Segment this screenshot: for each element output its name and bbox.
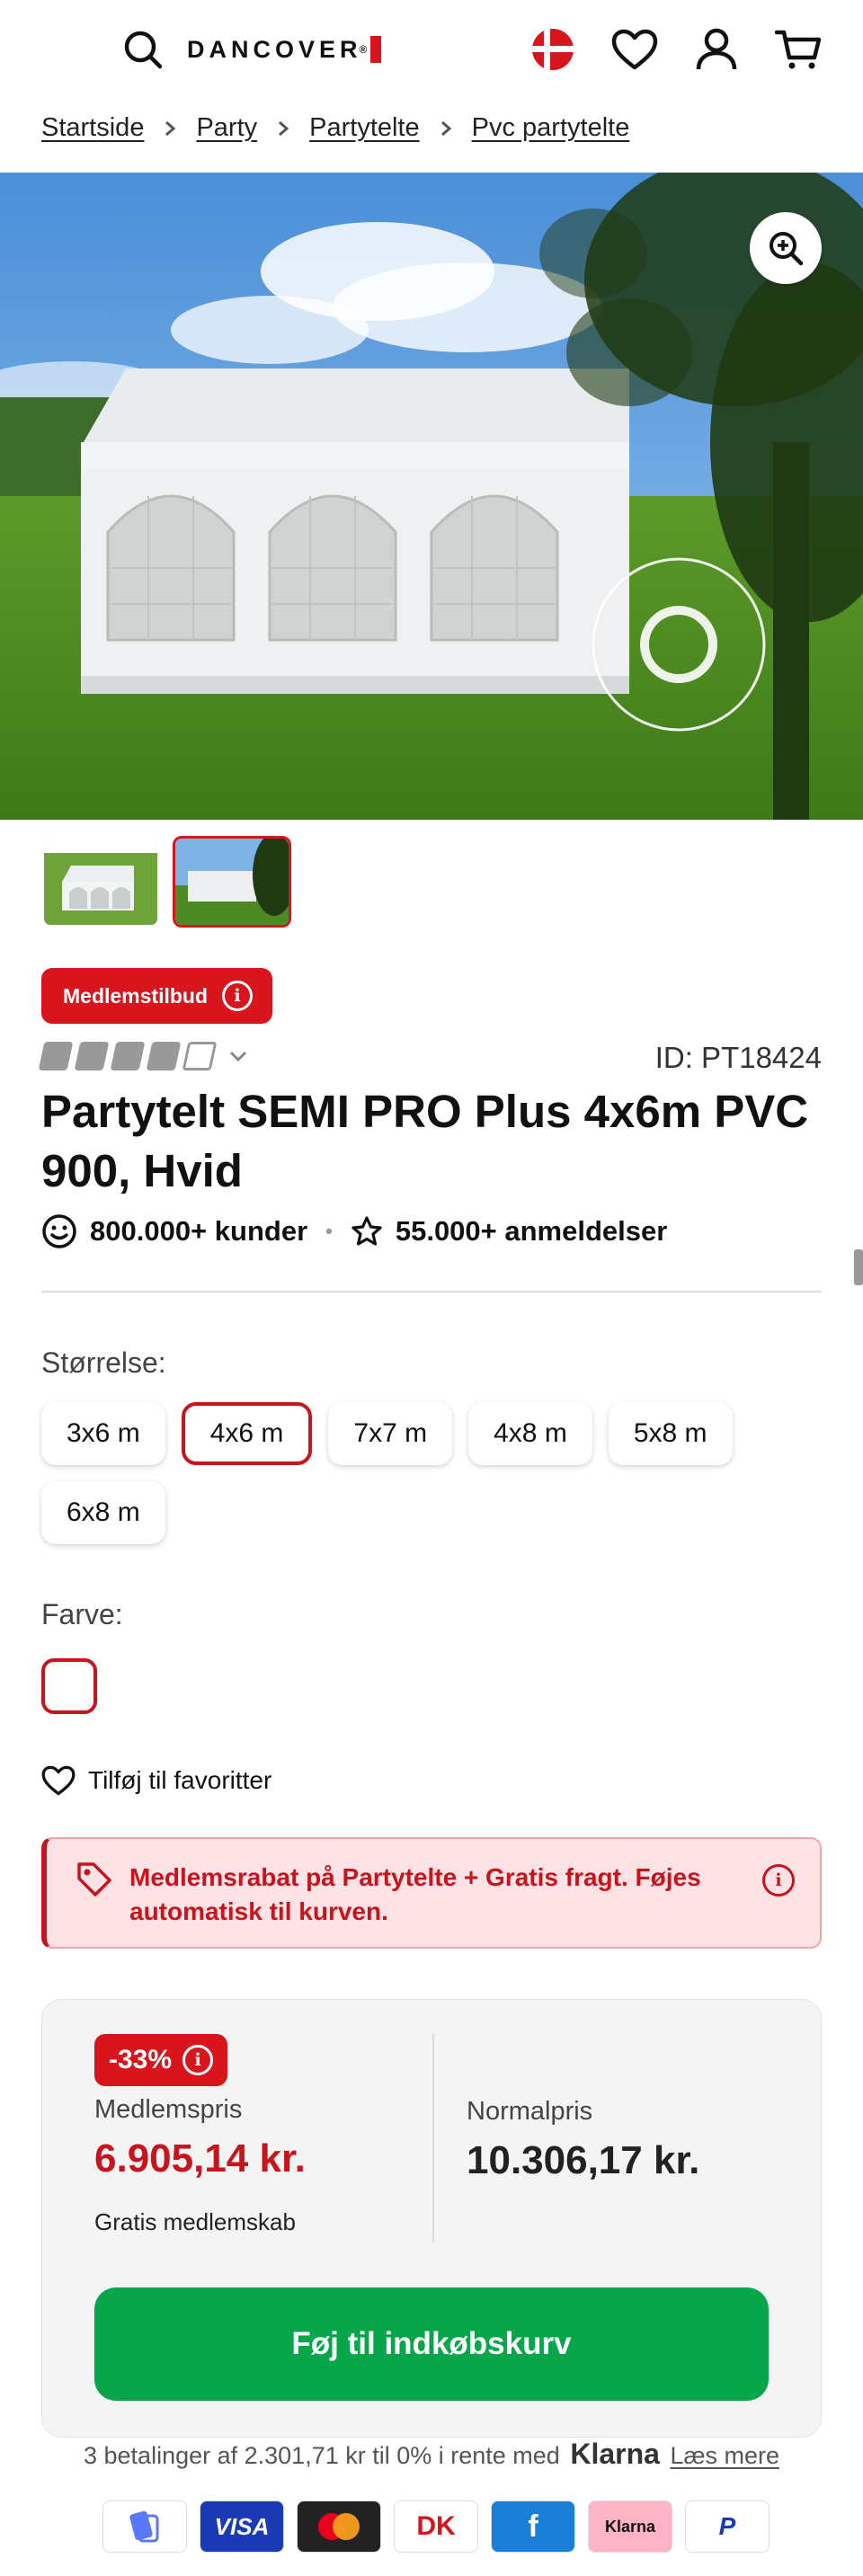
dankort-icon: DK <box>394 2500 478 2553</box>
danish-flag-icon[interactable] <box>532 29 574 70</box>
thumbnail-strip <box>41 836 291 928</box>
mobilepay-icon <box>102 2500 187 2553</box>
member-price-label: Medlemspris <box>94 2095 243 2124</box>
size-option[interactable]: 4x8 m <box>468 1402 592 1465</box>
chevron-right-icon <box>162 120 178 137</box>
info-icon: i <box>222 981 254 1011</box>
divider <box>41 1291 822 1292</box>
tag-icon <box>77 1862 111 1896</box>
dancover-logo[interactable]: DANCOVER ® <box>187 35 382 64</box>
discount-badge[interactable]: -33% i <box>94 2034 228 2086</box>
color-swatch-white[interactable] <box>41 1658 97 1714</box>
paypal-icon: P <box>685 2500 770 2553</box>
zoom-button[interactable] <box>750 212 822 284</box>
product-main-image[interactable] <box>0 173 863 820</box>
rating-stars[interactable] <box>38 1042 248 1070</box>
cart-icon[interactable] <box>775 29 822 70</box>
forbrugsforeningen-icon: f <box>491 2500 575 2553</box>
size-option-selected[interactable]: 4x6 m <box>181 1402 313 1465</box>
size-option[interactable]: 5x8 m <box>608 1402 733 1465</box>
scrollbar-thumb[interactable] <box>854 1249 863 1285</box>
thumbnail-1[interactable] <box>41 836 160 928</box>
color-label: Farve: <box>41 1598 123 1630</box>
klarna-icon: Klarna <box>588 2500 672 2553</box>
member-price: 6.905,14 kr. <box>94 2136 306 2181</box>
discount-value: -33% <box>109 2045 173 2074</box>
size-selector: 3x6 m 4x6 m 7x7 m 4x8 m 5x8 m 6x8 m <box>41 1402 832 1544</box>
promo-banner: Medlemsrabat på Partytelte + Gratis frag… <box>41 1837 822 1949</box>
site-header: DANCOVER ® <box>0 0 863 99</box>
heart-icon <box>41 1765 76 1796</box>
klarna-info: 3 betalinger af 2.301,71 kr til 0% i ren… <box>0 2438 863 2471</box>
logo-reg-mark: ® <box>359 43 368 56</box>
member-offer-label: Medlemstilbud <box>63 983 209 1008</box>
visa-icon: VISA <box>200 2500 284 2553</box>
breadcrumb-party[interactable]: Party <box>196 113 257 143</box>
rating-star <box>38 1042 74 1070</box>
thumbnail-2[interactable] <box>173 836 291 928</box>
payment-methods: VISA DK f Klarna P <box>102 2500 770 2553</box>
separator-dot: • <box>325 1220 333 1242</box>
price-divider <box>432 2034 434 2243</box>
customers-count: 800.000+ kunder <box>90 1215 308 1247</box>
size-label: Størrelse: <box>41 1346 166 1379</box>
user-icon[interactable] <box>696 28 737 71</box>
favorites-label: Tilføj til favoritter <box>88 1766 272 1794</box>
chevron-right-icon <box>438 120 454 137</box>
info-icon[interactable]: i <box>762 1864 795 1896</box>
mastercard-icon <box>297 2500 381 2553</box>
heart-icon[interactable] <box>611 29 658 70</box>
klarna-logo: Klarna <box>570 2438 660 2470</box>
normal-price-label: Normalpris <box>467 2097 593 2126</box>
product-title: Partytelt SEMI PRO Plus 4x6m PVC 900, Hv… <box>41 1086 809 1196</box>
logo-text: DANCOVER <box>187 35 362 63</box>
member-offer-badge[interactable]: Medlemstilbud i <box>41 968 273 1024</box>
product-id: ID: PT18424 <box>654 1041 822 1074</box>
breadcrumb-pvc-partytelte[interactable]: Pvc partytelte <box>472 113 630 143</box>
chevron-right-icon <box>275 120 291 137</box>
search-icon[interactable] <box>122 29 164 70</box>
zoom-in-icon <box>770 232 804 266</box>
rating-star-empty <box>182 1042 218 1070</box>
size-option[interactable]: 7x7 m <box>328 1402 453 1465</box>
read-more-link[interactable]: Læs mere <box>670 2442 779 2469</box>
member-subtitle: Gratis medlemskab <box>94 2208 296 2235</box>
size-option[interactable]: 6x8 m <box>41 1481 165 1544</box>
price-box: -33% i Medlemspris 6.905,14 kr. Gratis m… <box>41 1999 822 2438</box>
logo-red-box <box>370 36 382 63</box>
chevron-down-icon <box>229 1051 247 1062</box>
breadcrumb-startside[interactable]: Startside <box>41 113 144 143</box>
promo-text: Medlemsrabat på Partytelte + Gratis frag… <box>129 1863 701 1925</box>
info-icon: i <box>182 2045 214 2075</box>
star-outline-icon <box>351 1216 382 1246</box>
rating-star <box>110 1042 146 1070</box>
rating-star <box>74 1042 110 1070</box>
size-option[interactable]: 3x6 m <box>41 1402 165 1465</box>
rating-star <box>146 1042 182 1070</box>
klarna-text: 3 betalinger af 2.301,71 kr til 0% i ren… <box>84 2442 560 2469</box>
reviews-count: 55.000+ anmeldelser <box>395 1215 668 1247</box>
smiley-icon <box>42 1214 76 1248</box>
add-to-favorites[interactable]: Tilføj til favoritter <box>41 1765 271 1796</box>
add-to-cart-button[interactable]: Føj til indkøbskurv <box>94 2287 769 2401</box>
breadcrumb: Startside Party Partytelte Pvc partytelt… <box>41 113 629 143</box>
menu-icon[interactable] <box>41 31 90 67</box>
normal-price: 10.306,17 kr. <box>467 2138 700 2182</box>
breadcrumb-partytelte[interactable]: Partytelte <box>309 113 420 143</box>
trust-stats: 800.000+ kunder • 55.000+ anmeldelser <box>41 1213 667 1249</box>
